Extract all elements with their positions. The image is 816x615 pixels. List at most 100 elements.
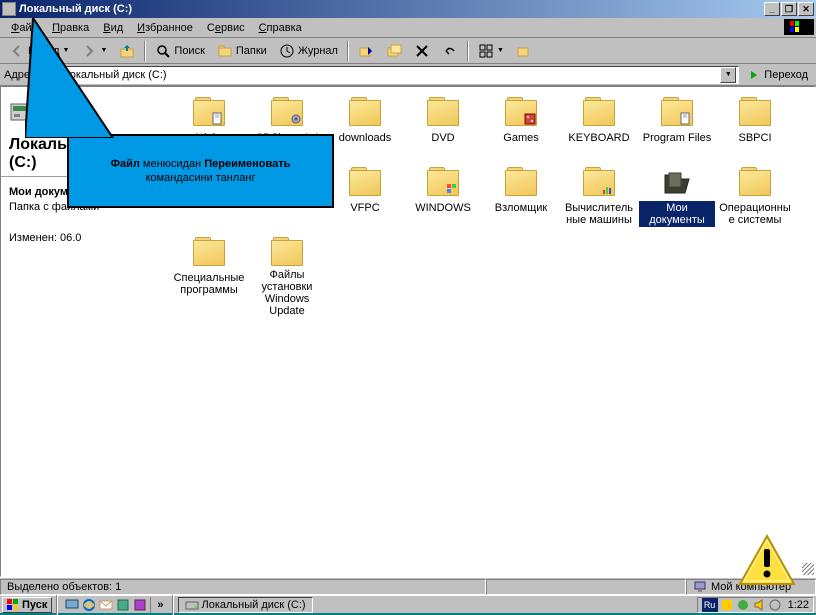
folder-label: Games (501, 131, 540, 145)
folder-item[interactable]: VFPC (326, 165, 404, 235)
clock: 1:22 (788, 599, 809, 611)
folder-item[interactable]: Program Files (638, 95, 716, 165)
folder-item[interactable]: Games (482, 95, 560, 165)
goto-button[interactable] (511, 40, 537, 62)
folder-label: DVD (429, 131, 456, 145)
folder-label: SBPCI (736, 131, 773, 145)
address-dropdown-button[interactable]: ▼ (720, 67, 736, 83)
app2-icon[interactable] (132, 597, 148, 613)
tray-icon-2[interactable] (736, 598, 750, 612)
folders-button[interactable]: Папки (212, 40, 272, 62)
folder-item[interactable]: Вычислительные машины (560, 165, 638, 235)
folder-icon (193, 97, 225, 129)
callout-arrow (25, 18, 135, 141)
tray-icon-volume[interactable] (752, 598, 766, 612)
folders-label: Папки (236, 45, 267, 57)
maximize-button[interactable]: ❐ (781, 2, 797, 16)
folder-item[interactable]: WINDOWS (404, 165, 482, 235)
menu-help[interactable]: Справка (252, 20, 309, 36)
folder-item[interactable]: downloads (326, 95, 404, 165)
folder-icon (505, 97, 537, 129)
status-bar: Выделено объектов: 1 Мой компьютер (0, 577, 816, 595)
callout-text-2: командасини танланг (146, 172, 256, 184)
undo-button[interactable] (437, 40, 463, 62)
callout-bold-2: Переименовать (204, 158, 290, 170)
folder-label: downloads (337, 131, 394, 145)
resize-grip[interactable] (802, 563, 814, 575)
folder-icon (661, 167, 693, 199)
folder-item[interactable]: Файлы установки Windows Update (248, 235, 326, 305)
folder-icon (661, 97, 693, 129)
folder-label: KEYBOARD (566, 131, 631, 145)
folder-icon (739, 167, 771, 199)
history-button[interactable]: Журнал (274, 40, 343, 62)
callout-text-1: менюсидан (140, 158, 204, 170)
taskbar-task-explorer[interactable]: Локальный диск (C:) (178, 597, 313, 613)
history-label: Журнал (298, 45, 338, 57)
tray-icon-1[interactable] (720, 598, 734, 612)
folder-icon (583, 97, 615, 129)
go-label: Переход (764, 69, 808, 81)
desktop-icon[interactable] (64, 597, 80, 613)
menu-tools[interactable]: Сервис (200, 20, 252, 36)
minimize-button[interactable]: _ (764, 2, 780, 16)
drive-icon (2, 2, 16, 16)
folder-icon (349, 167, 381, 199)
quicklaunch-overflow[interactable]: » (153, 599, 167, 611)
system-tray: Ru 1:22 (697, 597, 814, 613)
status-mid (486, 579, 686, 595)
folder-icon (349, 97, 381, 129)
folder-item[interactable]: Мои документы (638, 165, 716, 235)
ie-icon[interactable] (81, 597, 97, 613)
folder-label: Взломщик (493, 201, 550, 215)
folder-label: Вычислительные машины (561, 201, 637, 227)
folder-label: WINDOWS (413, 201, 473, 215)
folder-label: Операционные системы (717, 201, 793, 227)
instruction-callout: Файл менюсидан Переименовать командасини… (67, 134, 334, 208)
menu-favorites[interactable]: Избранное (130, 20, 200, 36)
folder-item[interactable]: SBPCI (716, 95, 794, 165)
status-selection: Выделено объектов: 1 (0, 579, 486, 595)
folder-item[interactable]: Операционные системы (716, 165, 794, 235)
tray-icon-3[interactable] (768, 598, 782, 612)
folder-icon (271, 237, 303, 266)
folder-item[interactable]: Взломщик (482, 165, 560, 235)
app-icon[interactable] (115, 597, 131, 613)
selected-item-modified: Изменен: 06.0 (9, 231, 158, 246)
window-titlebar: Локальный диск (C:) _ ❐ ✕ (0, 0, 816, 18)
warning-indicator (738, 534, 796, 589)
search-button[interactable]: Поиск (150, 40, 209, 62)
search-label: Поиск (174, 45, 204, 57)
close-button[interactable]: ✕ (798, 2, 814, 16)
folder-icon (739, 97, 771, 129)
start-button[interactable]: Пуск (2, 597, 52, 613)
folder-item[interactable]: Специальные программы (170, 235, 248, 305)
folder-item[interactable]: DVD (404, 95, 482, 165)
folder-icon (427, 167, 459, 199)
folder-label: Мои документы (639, 201, 715, 227)
copy-to-button[interactable] (381, 40, 407, 62)
folder-label: VFPC (348, 201, 381, 215)
folder-icon (427, 97, 459, 129)
quick-launch (62, 597, 151, 613)
taskbar: Пуск » Локальный диск (C:) Ru 1:22 (0, 595, 816, 613)
windows-logo-icon (784, 19, 814, 35)
folder-label: Файлы установки Windows Update (249, 268, 325, 318)
folder-label: Program Files (641, 131, 713, 145)
address-input[interactable]: Локальный диск (C:) ▼ (42, 66, 740, 84)
callout-bold-1: Файл (111, 158, 140, 170)
go-button[interactable]: Переход (743, 68, 812, 82)
views-button[interactable]: ▼ (473, 40, 509, 62)
window-title: Локальный диск (C:) (19, 3, 764, 15)
folder-icon (583, 167, 615, 199)
start-label: Пуск (22, 599, 47, 611)
language-indicator[interactable]: Ru (702, 598, 718, 612)
computer-icon (693, 580, 707, 594)
address-value: Локальный диск (C:) (63, 69, 717, 81)
folder-icon (505, 167, 537, 199)
move-to-button[interactable] (353, 40, 379, 62)
outlook-icon[interactable] (98, 597, 114, 613)
folder-icon (193, 237, 225, 269)
folder-item[interactable]: KEYBOARD (560, 95, 638, 165)
delete-button[interactable] (409, 40, 435, 62)
